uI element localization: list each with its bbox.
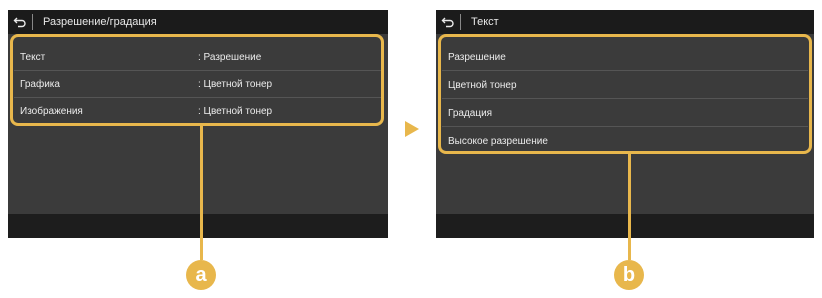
highlight-box-b (438, 34, 812, 154)
back-icon[interactable] (436, 10, 460, 34)
left-footer (8, 214, 388, 238)
right-screen-title: Текст (471, 16, 499, 28)
left-screen-title: Разрешение/градация (43, 16, 157, 28)
back-icon[interactable] (8, 10, 32, 34)
stage: Разрешение/градация Текст : Разрешение Г… (0, 0, 822, 298)
right-titlebar: Текст (436, 10, 814, 34)
callout-a-label: a (195, 263, 207, 286)
next-arrow-icon (405, 121, 419, 137)
callout-a: a (186, 260, 216, 290)
right-footer (436, 214, 814, 238)
connector-line-a (200, 126, 203, 260)
connector-line-b (628, 154, 631, 260)
callout-b-label: b (622, 263, 636, 286)
title-separator (32, 14, 33, 30)
title-separator (460, 14, 461, 30)
left-titlebar: Разрешение/градация (8, 10, 388, 34)
callout-b: b (614, 260, 644, 290)
highlight-box-a (10, 34, 384, 126)
